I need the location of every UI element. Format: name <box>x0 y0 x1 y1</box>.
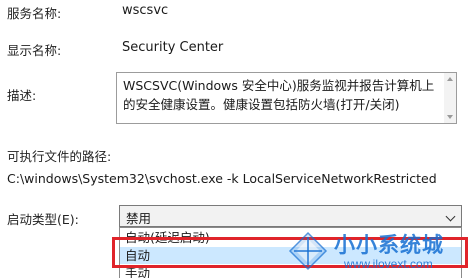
startup-type-select[interactable]: 禁用 <box>119 205 462 227</box>
scroll-down-arrow-icon[interactable] <box>447 115 453 119</box>
display-name-label: 显示名称: <box>7 43 62 58</box>
dropdown-option-auto-delayed[interactable]: 自动(延迟启动) <box>120 229 461 246</box>
description-textbox[interactable]: WSCSVC(Windows 安全中心)服务监视并报告计算机上的安全健康设置。健… <box>116 72 457 124</box>
startup-type-selected-value: 禁用 <box>126 211 152 226</box>
service-name-label: 服务名称: <box>7 6 62 21</box>
description-scrollbar[interactable] <box>444 73 456 123</box>
executable-path-value: C:\windows\System32\svchost.exe -k Local… <box>7 171 437 186</box>
chevron-down-icon <box>445 211 456 222</box>
dropdown-option-auto[interactable]: 自动 <box>120 247 461 264</box>
executable-path-label: 可执行文件的路径: <box>7 149 112 164</box>
service-name-value: wscsvc <box>122 3 169 18</box>
display-name-value: Security Center <box>122 40 224 55</box>
description-text: WSCSVC(Windows 安全中心)服务监视并报告计算机上的安全健康设置。健… <box>123 78 435 112</box>
startup-type-label: 启动类型(E): <box>7 212 79 227</box>
startup-type-dropdown-list: 自动(延迟启动) 自动 手动 <box>119 227 462 278</box>
dropdown-option-manual[interactable]: 手动 <box>120 265 461 278</box>
description-label: 描述: <box>7 88 37 103</box>
scroll-up-arrow-icon[interactable] <box>447 77 453 81</box>
